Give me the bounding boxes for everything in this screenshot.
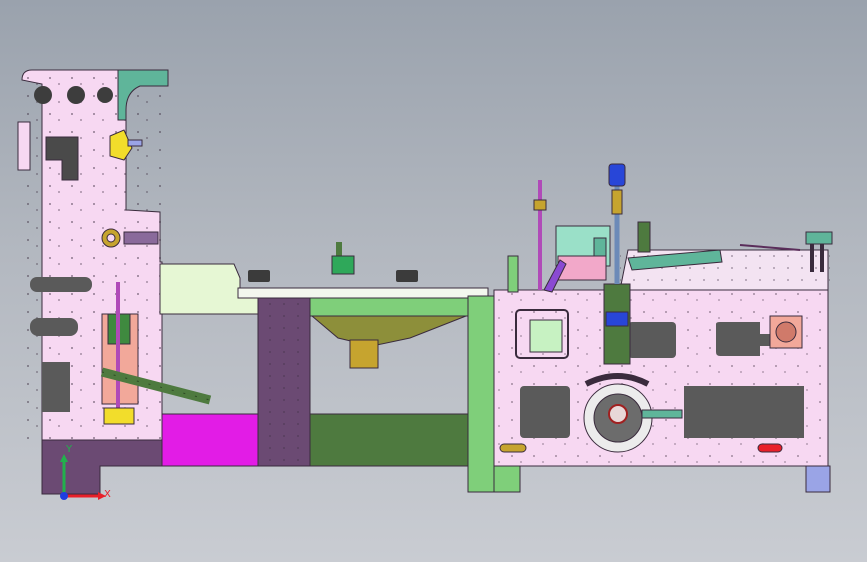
left-edge-tab xyxy=(17,121,31,171)
pink-housing xyxy=(557,255,607,281)
olive-lower-plate xyxy=(309,413,471,467)
hole-3 xyxy=(97,87,113,103)
top-rail xyxy=(237,287,489,299)
green-pillar xyxy=(467,295,495,493)
z-axis-dot xyxy=(60,492,68,500)
left-base-foot xyxy=(41,439,163,495)
window-top-mid xyxy=(628,322,676,358)
sensor-left[interactable] xyxy=(248,270,270,282)
window-left xyxy=(520,386,570,438)
slot-upper xyxy=(30,277,92,292)
cad-viewport[interactable]: X Y xyxy=(0,0,867,562)
hopper-funnel[interactable] xyxy=(310,315,467,347)
right-teal-tab xyxy=(805,231,833,245)
actuator-blue-band xyxy=(605,311,629,327)
green-square-plate[interactable] xyxy=(529,319,563,353)
x-axis-label: X xyxy=(104,489,111,500)
hole-1 xyxy=(34,86,52,104)
hopper-spout xyxy=(349,339,379,369)
machine-assembly-drawing[interactable]: X Y xyxy=(0,0,867,562)
bearing-link xyxy=(123,231,159,245)
rod-collar xyxy=(611,189,623,215)
window-right xyxy=(684,386,804,438)
magenta-block xyxy=(161,413,259,467)
yellow-base-block xyxy=(103,407,135,425)
right-foot xyxy=(805,465,831,493)
clamp-pin xyxy=(127,139,143,147)
green-post-block[interactable] xyxy=(331,255,355,275)
sensor-right[interactable] xyxy=(396,270,418,282)
bright-green-bar xyxy=(307,297,469,317)
y-axis-label: Y xyxy=(65,444,73,455)
right-frame[interactable] xyxy=(493,163,833,493)
hole-2 xyxy=(67,86,85,104)
green-pillar-foot xyxy=(493,465,521,493)
rod-top-fitting xyxy=(608,163,626,187)
lower-window xyxy=(42,362,70,412)
middle-section[interactable] xyxy=(159,242,521,493)
wheel-arm xyxy=(641,409,683,419)
slot-middle xyxy=(30,318,78,336)
